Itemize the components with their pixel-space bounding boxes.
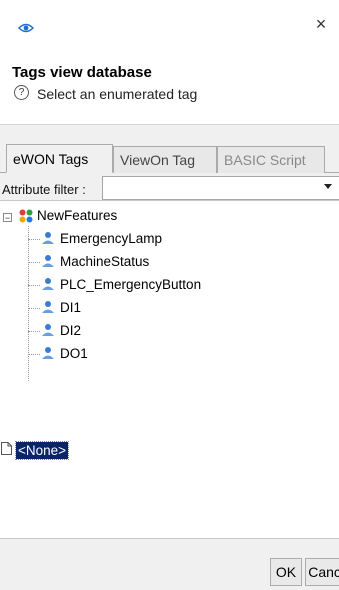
tab-basic-script: BASIC Script (217, 146, 325, 173)
tab-viewon-tag[interactable]: ViewOn Tag (113, 146, 217, 173)
tree-group-newfeatures[interactable]: NewFeatures (37, 206, 117, 226)
tree-item-label: DI2 (60, 323, 82, 338)
tag-icon (42, 301, 54, 313)
tag-icon (42, 232, 54, 244)
tab-ewon-tags[interactable]: eWON Tags (6, 144, 113, 173)
tree-item-plc-emergencybutton[interactable]: PLC_EmergencyButton (40, 275, 201, 295)
tree-item-di1[interactable]: DI1 (40, 298, 81, 318)
tree-item-label: EmergencyLamp (60, 231, 163, 246)
tree-guide-line (28, 331, 40, 332)
cancel-button[interactable]: Cancel (305, 558, 339, 586)
tree-guide-line (28, 285, 40, 286)
tree-item-label: MachineStatus (60, 254, 150, 269)
tree-item-emergencylamp[interactable]: EmergencyLamp (40, 229, 162, 249)
tree-item-label: PLC_EmergencyButton (60, 277, 202, 292)
tag-icon (42, 324, 54, 336)
close-icon[interactable]: × (311, 14, 331, 34)
help-icon: ? (14, 85, 29, 100)
tree-guide-line (28, 239, 40, 240)
attribute-filter-select[interactable] (102, 176, 339, 200)
tree-group-label: NewFeatures (37, 208, 118, 223)
title-bar: × (0, 0, 339, 58)
tree-guide-line (28, 262, 40, 263)
eye-icon (18, 23, 34, 33)
tree-item-none[interactable]: <None> (14, 441, 70, 460)
tag-group-icon (19, 209, 33, 223)
dialog-header: Tags view database ? Select an enumerate… (0, 58, 339, 125)
instruction-text: Select an enumerated tag (37, 86, 198, 102)
tree-item-label: DI1 (60, 300, 82, 315)
tree-guide-line (28, 226, 29, 381)
document-icon (1, 442, 12, 455)
collapse-toggle-icon[interactable]: − (3, 213, 12, 223)
tree-item-label: DO1 (60, 346, 88, 361)
tree-item-do1[interactable]: DO1 (40, 344, 88, 364)
tag-icon (42, 255, 54, 267)
attribute-filter-label: Attribute filter : (2, 182, 86, 197)
tree-item-di2[interactable]: DI2 (40, 321, 81, 341)
chevron-down-icon (324, 184, 332, 189)
dialog-footer: OK Cancel (0, 552, 339, 590)
tag-icon (42, 278, 54, 290)
tag-tree[interactable]: − NewFeatures EmergencyLamp MachineStatu… (0, 200, 339, 539)
tree-item-machinestatus[interactable]: MachineStatus (40, 252, 149, 272)
tree-guide-line (28, 354, 40, 355)
tag-icon (42, 347, 54, 359)
dialog-title: Tags view database (12, 64, 152, 81)
ok-button[interactable]: OK (270, 558, 302, 586)
tree-guide-line (28, 308, 40, 309)
tab-bar: eWON Tags ViewOn Tag BASIC Script (0, 139, 339, 173)
